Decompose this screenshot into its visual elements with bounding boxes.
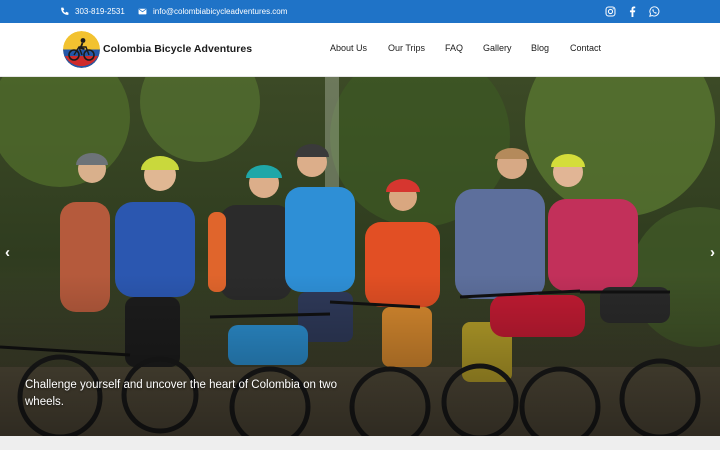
- social-links: [605, 0, 660, 23]
- nav-contact[interactable]: Contact: [570, 43, 601, 53]
- nav-blog[interactable]: Blog: [531, 43, 549, 53]
- hero-caption: Challenge yourself and uncover the heart…: [25, 379, 337, 408]
- nav-our-trips[interactable]: Our Trips: [388, 43, 425, 53]
- site-header: Colombia Bicycle Adventures About Us Our…: [0, 23, 720, 77]
- section-divider: [0, 436, 720, 450]
- slider-next-arrow[interactable]: ›: [710, 245, 715, 260]
- main-nav: About Us Our Trips FAQ Gallery Blog Cont…: [0, 43, 720, 57]
- phone-number: 303-819-2531: [75, 7, 125, 16]
- hero-slider: ‹ › Challenge yourself and uncover the h…: [0, 77, 720, 436]
- instagram-icon[interactable]: [605, 6, 616, 17]
- email-address: info@colombiabicycleadventures.com: [153, 7, 288, 16]
- nav-gallery[interactable]: Gallery: [483, 43, 512, 53]
- phone-icon: [61, 7, 69, 15]
- slider-prev-arrow[interactable]: ‹: [5, 245, 10, 260]
- facebook-icon[interactable]: [627, 6, 638, 17]
- nav-faq[interactable]: FAQ: [445, 43, 463, 53]
- top-contact-bar: 303-819-2531 info@colombiabicycleadventu…: [0, 0, 720, 23]
- whatsapp-icon[interactable]: [649, 6, 660, 17]
- phone-contact[interactable]: 303-819-2531: [60, 0, 125, 23]
- envelope-icon: [138, 8, 147, 15]
- email-contact[interactable]: info@colombiabicycleadventures.com: [138, 0, 287, 23]
- nav-about-us[interactable]: About Us: [330, 43, 367, 53]
